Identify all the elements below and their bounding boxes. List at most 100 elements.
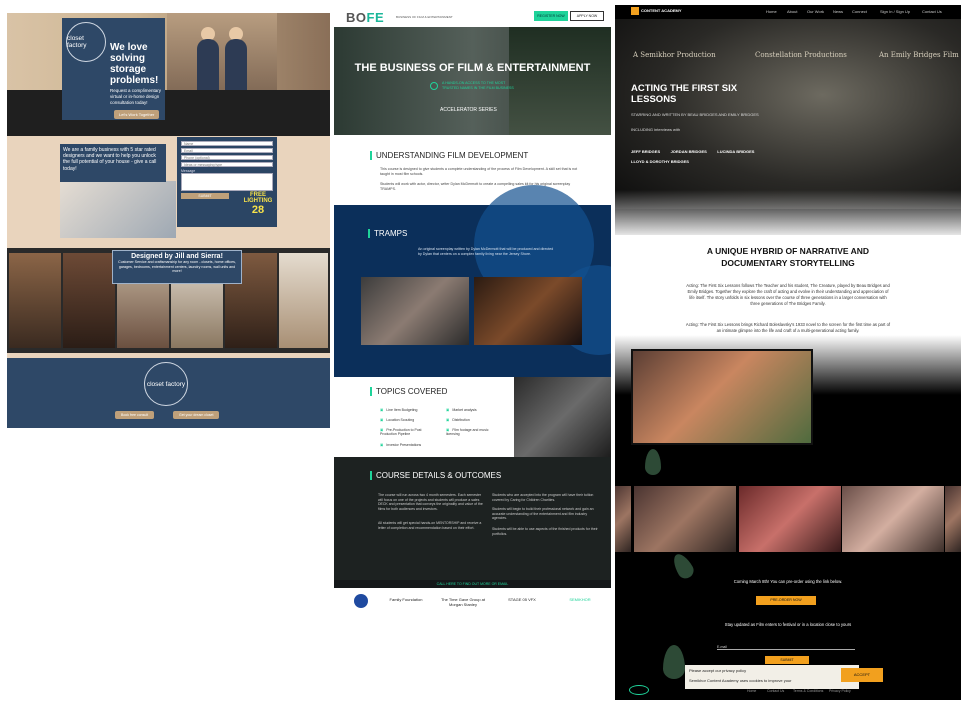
band-photo [474,277,582,345]
course-item: Students who are accepted into the progr… [492,493,594,502]
designed-by-banner: Designed by Jill and Sierra! Customer Se… [112,250,242,284]
film-title: ACTING THE FIRST SIX LESSONS [631,83,738,105]
footer: closet factory Book free consult Get you… [7,358,330,428]
free-lighting-badge: FREE LIGHTING 28 [243,192,273,216]
hero-title: We love solving storage problems! [110,42,159,86]
credit-line: An Emily Bridges Film [879,51,959,59]
header: BOFE BUSINESS OF FILM & ENTERTAINMENT RE… [334,5,611,27]
preorder-button[interactable]: PRE-ORDER NOW [756,596,816,605]
accept-button[interactable]: ACCEPT [841,668,883,682]
contact-form: Name Email Phone (optional) Ideas or mes… [177,137,277,227]
leaf-decor-icon [669,550,697,582]
reel-icon [430,82,438,90]
bofe-logo[interactable]: BOFE [346,10,384,25]
brand-logo-icon[interactable] [631,7,639,15]
nav-home[interactable]: Home [766,9,777,14]
hero-title: THE BUSINESS OF FILM & ENTERTAINMENT [354,62,591,74]
apply-button[interactable]: APPLY NOW [570,11,604,21]
film-thumbnail[interactable] [842,486,944,552]
closet-factory-page: closet factory We love solving storage p… [7,13,330,428]
lets-work-together-button[interactable]: Let's Work Together [114,110,160,119]
course-item: All students will get special hands-on M… [378,521,482,530]
hero-fade [615,190,961,240]
dark-band [7,90,330,136]
film-thumbnail[interactable] [945,486,961,552]
submit-button[interactable]: SUBMIT [765,656,809,664]
nav-our-work[interactable]: Our Work [807,9,824,14]
brand-name: CONTENT ACADEMY [641,8,682,13]
contact-bar[interactable]: CALL HERE TO FIND OUT MORE OR EMAIL [334,580,611,588]
course-title: COURSE DETAILS & OUTCOMES [370,471,501,480]
nav-contact[interactable]: Contact Us [922,9,942,14]
sponsor-strip: CALL HERE TO FIND OUT MORE OR EMAIL Fami… [334,580,611,619]
sponsor-seal-icon [354,594,368,608]
phone-field[interactable]: Phone (optional) [181,155,273,160]
section-title: UNDERSTANDING FILM DEVELOPMENT [370,151,528,160]
hero-banner: THE BUSINESS OF FILM & ENTERTAINMENT A H… [334,27,611,135]
hero-subtitle: Request a complimentary virtual or in-ho… [110,88,162,105]
film-subtitle: STARRING AND WRITTEN BY BEAU BRIDGES AND… [631,112,759,117]
footer-logo[interactable]: closet factory [144,362,188,406]
topic-item: ▣ Pre-Production to Post Production Pipel… [380,428,422,436]
ideas-field[interactable]: Ideas or messaging type [181,162,273,167]
cookie-text: Semikhor Content Academy uses cookies to… [689,678,792,683]
hero-tagline: A HANDS-ON ACCESS TO THE MOST TRUSTED NA… [442,81,514,90]
nav-connect[interactable]: Connect [852,9,867,14]
logo-tagline: BUSINESS OF FILM & ENTERTAINMENT [396,15,453,19]
topic-item: ▣ Distribution [446,418,470,422]
hero-photo [509,27,611,135]
gallery-tile[interactable] [9,253,61,348]
email-field[interactable]: Email [181,148,273,153]
sponsor: SEMIKHOR [569,597,591,602]
closet-factory-logo[interactable]: closet factory [66,22,106,62]
film-thumbnail[interactable] [634,486,736,552]
submit-button[interactable]: SUBMIT [181,193,229,199]
topics-title: TOPICS COVERED [370,387,447,396]
book-consult-button[interactable]: Book free consult [115,411,155,419]
tramps-title: TRAMPS [368,229,407,238]
top-nav: CONTENT ACADEMY Home About Our Work News… [615,5,961,19]
topic-item: ▣ Line Item Budgeting [380,408,418,412]
section-heading: A UNIQUE HYBRID OF NARRATIVE AND DOCUMEN… [706,246,870,268]
update-text: Stay updated as Film enters to festival … [724,622,852,627]
topic-item: ▣ Film footage and music licensing [446,428,489,436]
message-field[interactable] [181,173,273,191]
hero-series: ACCELERATOR SERIES [440,107,497,113]
designer-photo [60,181,176,238]
credit-line: A Semikhor Production [633,51,716,59]
synopsis-text: Acting: The First Six Lessons brings Ric… [685,322,891,333]
tramps-text: An original screenplay written by Dylan … [418,247,554,256]
sponsor: STAGE 05 VFX [508,597,536,602]
topic-item: ▣ Investor Presentations [380,443,422,447]
nav-about[interactable]: About [787,9,797,14]
sponsor: The Time Gave Group at Morgan Stanley [440,597,486,607]
cast-names: LLOYD & DOROTHY BRIDGES [631,159,689,164]
topic-item: ▣ Location Scouting [380,418,415,422]
film-thumbnail[interactable] [615,486,631,552]
film-still [631,349,813,445]
email-input[interactable]: E-mail [717,645,855,650]
nav-sign-in[interactable]: Sign In / Sign Up [880,9,910,14]
sponsor: Family Foundation [389,597,423,602]
cookie-title: Please accept our privacy policy [689,668,747,673]
register-button[interactable]: REGISTER NOW [534,11,568,21]
credit-line: Constellation Productions [755,51,847,59]
preorder-text: Coming March 8th! You can pre-order usin… [733,579,843,584]
course-section: COURSE DETAILS & OUTCOMES The course wil… [334,457,611,580]
nav-news[interactable]: News [833,9,843,14]
gallery-tile[interactable] [63,253,115,348]
synopsis-text: Acting: The First Six Lessons follows Th… [686,283,890,306]
dream-closet-button[interactable]: Get your dream closet [173,411,220,419]
film-thumbnail[interactable] [739,486,841,552]
camera-photo [514,377,611,457]
gallery-tile[interactable] [279,253,328,348]
leaf-decor-icon [663,645,685,679]
acting-page: CONTENT ACADEMY Home About Our Work News… [615,5,961,700]
footer-logo-icon[interactable] [629,685,649,695]
name-field[interactable]: Name [181,141,273,146]
cookie-banner: Please accept our privacy policy Semikho… [685,665,859,689]
bofe-page: BOFE BUSINESS OF FILM & ENTERTAINMENT RE… [334,5,611,619]
course-item: The course will run across two 4 month s… [378,493,483,511]
topic-item: ▣ Market analysis [446,408,477,412]
family-business-text: We are a family business with 5 star rat… [60,144,166,182]
